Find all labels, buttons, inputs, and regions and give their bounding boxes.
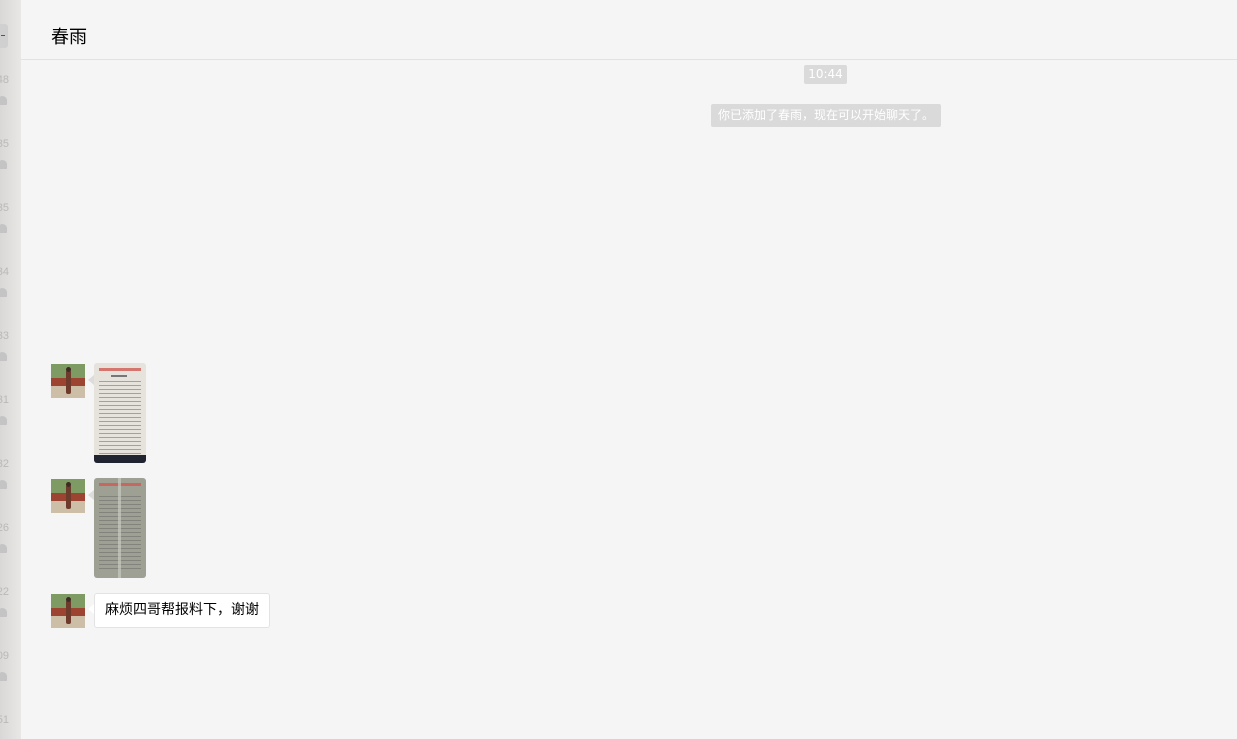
image-message[interactable] [94, 478, 146, 578]
chat-list-time: 48 [0, 74, 9, 86]
chat-list-item[interactable]: 33 [0, 330, 21, 380]
chat-list-item[interactable]: 31 [0, 394, 21, 444]
chat-list-time: 51 [0, 714, 9, 726]
chat-title: 春雨 [51, 27, 87, 48]
chat-list-sidebar[interactable]: 48 35 35 34 33 31 32 26 [0, 0, 21, 739]
mute-bell-icon [0, 608, 7, 617]
chat-list-time: 22 [0, 586, 9, 598]
chat-list-time: 34 [0, 266, 9, 278]
mute-bell-icon [0, 480, 7, 489]
chat-list-time: 35 [0, 202, 9, 214]
chat-window: 48 35 35 34 33 31 32 26 [0, 0, 1237, 739]
image-message[interactable] [94, 363, 146, 463]
contact-avatar[interactable] [51, 364, 85, 398]
contact-avatar[interactable] [51, 594, 85, 628]
contact-avatar[interactable] [51, 479, 85, 513]
chat-list-time: 31 [0, 394, 9, 406]
chat-list-item[interactable]: 48 [0, 74, 21, 124]
chat-list-time: 35 [0, 138, 9, 150]
chat-header: 春雨 [21, 0, 1237, 60]
chat-list-item[interactable]: 35 [0, 202, 21, 252]
add-chat-button[interactable] [0, 24, 8, 48]
mute-bell-icon [0, 672, 7, 681]
mute-bell-icon [0, 160, 7, 169]
chat-list-item[interactable]: 34 [0, 266, 21, 316]
mute-bell-icon [0, 352, 7, 361]
system-notice: 你已添加了春雨，现在可以开始聊天了。 [711, 104, 941, 127]
mute-bell-icon [0, 96, 7, 105]
mute-bell-icon [0, 224, 7, 233]
chat-list-item[interactable]: 22 [0, 586, 21, 636]
chat-list-time: 09 [0, 650, 9, 662]
chat-list-item[interactable]: 32 [0, 458, 21, 508]
chat-list-time: 26 [0, 522, 9, 534]
chat-list-item[interactable]: 51 [0, 714, 21, 739]
chat-list-time: 33 [0, 330, 9, 342]
chat-list-item[interactable]: 26 [0, 522, 21, 572]
chat-list-item[interactable]: 35 [0, 138, 21, 188]
chat-list-time: 32 [0, 458, 9, 470]
text-message[interactable]: 麻烦四哥帮报料下，谢谢 [94, 593, 270, 628]
mute-bell-icon [0, 288, 7, 297]
mute-bell-icon [0, 544, 7, 553]
mute-bell-icon [0, 416, 7, 425]
time-divider: 10:44 [804, 65, 847, 84]
chat-list-item[interactable]: 09 [0, 650, 21, 700]
